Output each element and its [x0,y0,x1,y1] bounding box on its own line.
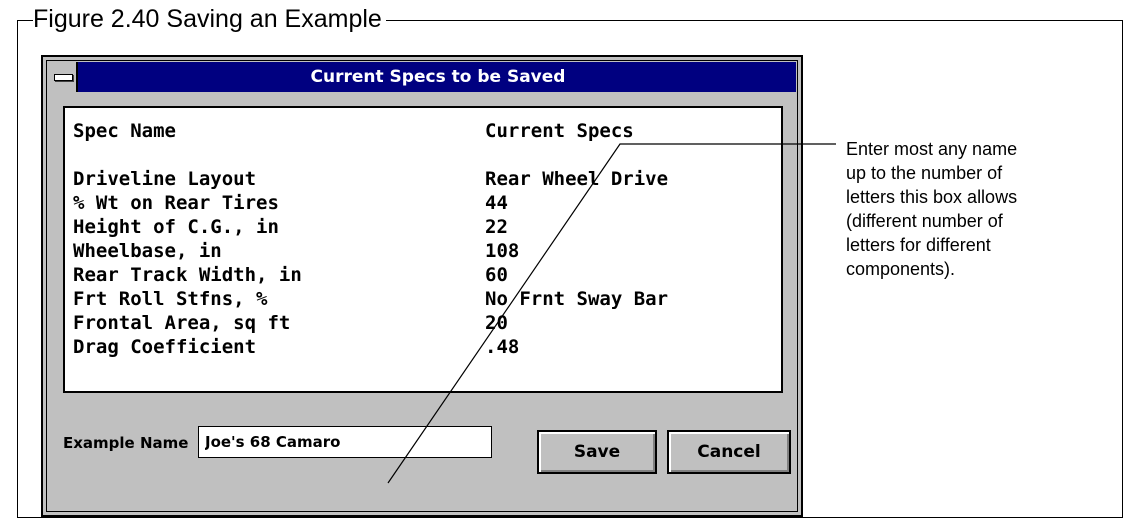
spec-value: 44 [485,192,508,214]
spec-value: 108 [485,240,520,262]
list-item[interactable]: Wheelbase, in 108 [73,239,773,263]
header-spec-name: Spec Name [73,120,176,142]
list-item[interactable]: Drag Coefficient .48 [73,335,773,359]
spec-name: Frt Roll Stfns, % [73,288,268,310]
spec-name: Frontal Area, sq ft [73,312,291,334]
list-item[interactable]: Frt Roll Stfns, % No Frnt Sway Bar [73,287,773,311]
spec-name: Drag Coefficient [73,336,257,358]
system-menu-icon[interactable] [48,62,78,92]
save-button[interactable]: Save [537,430,657,474]
figure-caption: Figure 2.40 Saving an Example [33,6,386,33]
specs-listbox[interactable]: Spec Name Current Specs Driveline Layout… [63,106,783,393]
spec-name: % Wt on Rear Tires [73,192,279,214]
spec-value: 20 [485,312,508,334]
save-specs-dialog: Current Specs to be Saved Spec Name Curr… [41,55,803,517]
spec-value: No Frnt Sway Bar [485,288,669,310]
spec-name: Rear Track Width, in [73,264,302,286]
dialog-titlebar: Current Specs to be Saved [48,62,796,92]
list-item[interactable]: Driveline Layout Rear Wheel Drive [73,167,773,191]
list-header: Spec Name Current Specs [73,119,773,143]
spec-value: 22 [485,216,508,238]
list-rows: Driveline Layout Rear Wheel Drive % Wt on… [73,167,773,359]
example-name-field[interactable] [198,426,492,458]
dialog-title: Current Specs to be Saved [310,67,566,87]
cancel-button[interactable]: Cancel [667,430,791,474]
annotation-line: letters for different [846,235,991,255]
annotation-line: (different number of [846,211,1003,231]
list-item[interactable]: Rear Track Width, in 60 [73,263,773,287]
header-current-specs: Current Specs [485,120,634,142]
annotation-line: up to the number of [846,163,1003,183]
spec-value: Rear Wheel Drive [485,168,669,190]
annotation-line: letters this box allows [846,187,1018,207]
annotation-line: components). [846,259,956,279]
spec-value: .48 [485,336,520,358]
spec-name: Driveline Layout [73,168,257,190]
spec-value: 60 [485,264,508,286]
list-item[interactable]: Height of C.G., in 22 [73,215,773,239]
example-name-label: Example Name [63,434,189,452]
annotation-text: Enter most any name up to the number of … [846,137,1046,281]
spec-name: Height of C.G., in [73,216,279,238]
list-item[interactable]: Frontal Area, sq ft 20 [73,311,773,335]
spec-name: Wheelbase, in [73,240,222,262]
list-item[interactable]: % Wt on Rear Tires 44 [73,191,773,215]
annotation-line: Enter most any name [846,139,1018,159]
